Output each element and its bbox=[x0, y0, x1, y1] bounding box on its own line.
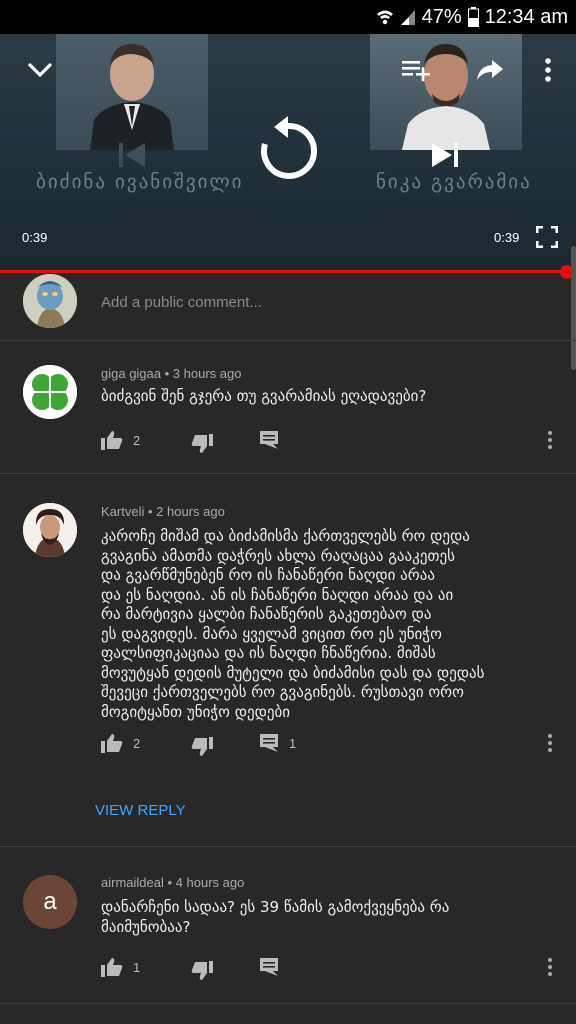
user-avatar bbox=[23, 274, 77, 328]
video-frame-right-person bbox=[370, 34, 522, 150]
comment-time: 3 hours ago bbox=[172, 366, 242, 381]
comment-author[interactable]: Kartveli bbox=[101, 504, 144, 519]
comment-avatar[interactable] bbox=[23, 503, 77, 557]
comment-text: ბიძგვინ შენ გჯერა თუ გვარამიას ეღადავები… bbox=[101, 387, 427, 405]
thumbs-down-icon bbox=[191, 434, 213, 453]
thumbs-down-icon bbox=[191, 737, 213, 756]
view-reply-link[interactable]: VIEW REPLY bbox=[95, 802, 186, 819]
comment-meta: Kartveli • 2 hours ago bbox=[101, 504, 225, 519]
comment-item: giga gigaa • 3 hours ago ბიძგვინ შენ გჯე… bbox=[0, 341, 576, 474]
like-count: 2 bbox=[133, 735, 141, 751]
collapse-icon[interactable] bbox=[26, 60, 54, 84]
like-button[interactable]: 2 bbox=[101, 428, 140, 452]
comment-meta: airmaildeal • 4 hours ago bbox=[101, 875, 245, 890]
video-caption-left: ბიძინა ივანიშვილი bbox=[36, 171, 244, 193]
share-icon[interactable] bbox=[476, 58, 504, 86]
comment-text: კაროჩე მიშამ და ბიძამისმა ქართველებს რო … bbox=[101, 527, 485, 721]
dislike-button[interactable] bbox=[191, 428, 213, 453]
like-count: 1 bbox=[133, 959, 141, 975]
status-bar: 47% 12:34 am bbox=[0, 0, 576, 34]
wifi-icon bbox=[376, 8, 394, 26]
comment-item: a airmaildeal • 4 hours ago დანარჩენი სა… bbox=[0, 847, 576, 1004]
comment-avatar[interactable] bbox=[23, 365, 77, 419]
thumbs-up-icon bbox=[101, 734, 123, 753]
fullscreen-icon[interactable] bbox=[535, 225, 559, 252]
comment-author[interactable]: giga gigaa bbox=[101, 366, 161, 381]
video-player[interactable]: ბიძინა ივანიშვილი ნიკა გვარამია 0:39 0:3… bbox=[0, 34, 576, 270]
comment-text: დანარჩენი სადაა? ეს 39 წამის გამოქვეყნებ… bbox=[101, 898, 450, 936]
comment-actions: 1 bbox=[101, 955, 561, 980]
time-elapsed: 0:39 bbox=[22, 230, 48, 245]
dislike-button[interactable] bbox=[191, 731, 213, 756]
video-caption-right: ნიკა გვარამია bbox=[376, 171, 532, 193]
next-icon[interactable] bbox=[430, 140, 460, 174]
add-comment-row[interactable]: Add a public comment... bbox=[0, 274, 576, 341]
comment-actions: 2 bbox=[101, 428, 561, 453]
comment-actions: 2 1 bbox=[101, 731, 561, 756]
reply-button[interactable] bbox=[259, 955, 289, 979]
comment-input[interactable]: Add a public comment... bbox=[101, 294, 262, 311]
comment-time: 4 hours ago bbox=[175, 875, 245, 890]
reply-button[interactable] bbox=[259, 428, 289, 452]
battery-percent: 47% bbox=[421, 5, 462, 28]
thumbs-up-icon bbox=[101, 958, 123, 977]
reply-icon bbox=[260, 958, 278, 976]
replay-icon[interactable] bbox=[258, 116, 318, 190]
clock: 12:34 am bbox=[484, 5, 568, 28]
like-button[interactable]: 2 bbox=[101, 731, 140, 755]
comment-meta: giga gigaa • 3 hours ago bbox=[101, 366, 242, 381]
comment-author[interactable]: airmaildeal bbox=[101, 875, 164, 890]
previous-icon[interactable] bbox=[117, 140, 147, 174]
comment-more-icon[interactable] bbox=[547, 731, 553, 755]
thumbs-down-icon bbox=[191, 961, 213, 980]
thumbs-up-icon bbox=[101, 431, 123, 450]
reply-icon bbox=[260, 431, 278, 449]
battery-icon bbox=[467, 7, 479, 27]
reply-count: 1 bbox=[289, 735, 297, 751]
avatar-letter: a bbox=[43, 888, 57, 915]
like-count: 2 bbox=[133, 432, 141, 448]
signal-icon bbox=[400, 8, 416, 26]
reply-button[interactable]: 1 bbox=[259, 731, 296, 755]
comment-avatar[interactable]: a bbox=[23, 875, 77, 929]
comment-item: Kartveli • 2 hours ago კაროჩე მიშამ და ბ… bbox=[0, 474, 576, 847]
video-frame-left-person bbox=[56, 34, 208, 150]
progress-bar[interactable] bbox=[0, 270, 567, 273]
comment-time: 2 hours ago bbox=[156, 504, 225, 519]
comment-more-icon[interactable] bbox=[547, 955, 553, 979]
comment-more-icon[interactable] bbox=[547, 428, 553, 452]
reply-icon bbox=[260, 734, 278, 752]
more-icon[interactable] bbox=[543, 58, 553, 88]
time-total: 0:39 bbox=[494, 230, 520, 245]
like-button[interactable]: 1 bbox=[101, 955, 140, 979]
add-to-queue-icon[interactable] bbox=[402, 58, 432, 86]
dislike-button[interactable] bbox=[191, 955, 213, 980]
